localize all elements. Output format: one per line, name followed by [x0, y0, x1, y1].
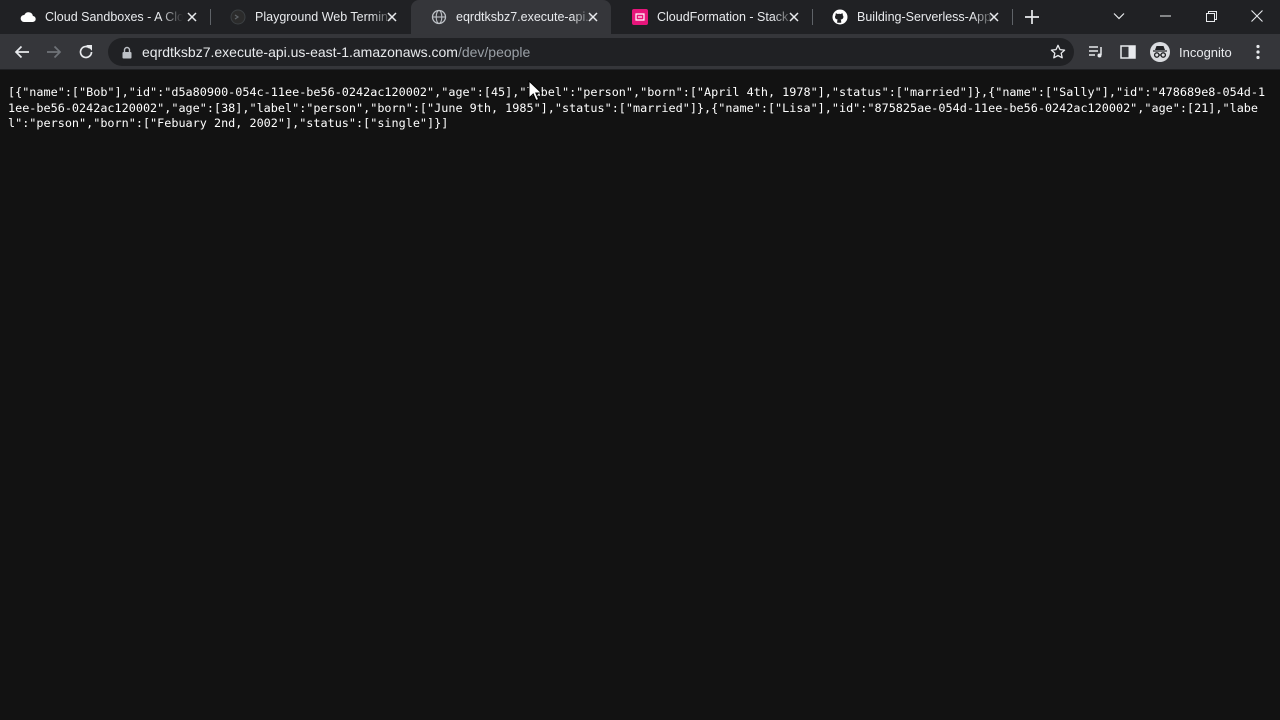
- plus-icon: [1025, 10, 1039, 24]
- media-controls-button[interactable]: [1082, 38, 1110, 66]
- tab-execute-api-people[interactable]: eqrdtksbz7.execute-api.us-east-1.amazona…: [411, 0, 611, 34]
- close-tab-icon[interactable]: [986, 9, 1002, 25]
- incognito-label: Incognito: [1179, 44, 1232, 60]
- new-tab-button[interactable]: [1021, 7, 1043, 27]
- cloud-icon: [20, 9, 36, 25]
- tab-title: Cloud Sandboxes - A Cloud Guru: [45, 10, 183, 24]
- tab-search-button[interactable]: [1096, 0, 1142, 32]
- url-text[interactable]: eqrdtksbz7.execute-api.us-east-1.amazona…: [142, 44, 530, 60]
- terminal-icon: [230, 9, 246, 25]
- restore-icon: [1205, 10, 1217, 22]
- cloudformation-icon: [632, 9, 648, 25]
- back-button[interactable]: [8, 38, 36, 66]
- side-panel-button[interactable]: [1114, 38, 1142, 66]
- close-tab-icon[interactable]: [585, 9, 601, 25]
- close-window-button[interactable]: [1234, 0, 1280, 32]
- forward-button[interactable]: [40, 38, 68, 66]
- arrow-left-icon: [14, 45, 29, 59]
- tab-cloudformation-stack[interactable]: CloudFormation - Stack: [612, 0, 812, 34]
- chevron-down-icon: [1113, 13, 1125, 20]
- github-icon: [832, 9, 848, 25]
- close-tab-icon[interactable]: [786, 9, 802, 25]
- url-host: eqrdtksbz7.execute-api.us-east-1.amazona…: [142, 44, 458, 60]
- chrome-menu-button[interactable]: [1244, 38, 1272, 66]
- side-panel-icon: [1120, 45, 1136, 59]
- tab-title: eqrdtksbz7.execute-api.us-east-1.amazona…: [456, 10, 594, 24]
- page-viewport: [{"name":["Bob"],"id":"d5a80900-054c-11e…: [0, 71, 1280, 720]
- address-bar[interactable]: eqrdtksbz7.execute-api.us-east-1.amazona…: [108, 38, 1074, 66]
- reload-button[interactable]: [72, 38, 100, 66]
- tab-building-serverless-apps[interactable]: Building-Serverless-Apps: [812, 0, 1012, 34]
- reload-icon: [79, 45, 93, 59]
- more-vert-icon: [1256, 44, 1260, 60]
- minimize-icon: [1159, 15, 1171, 17]
- tab-title: Building-Serverless-Apps: [857, 10, 995, 24]
- tab-title: Playground Web Terminal: [255, 10, 393, 24]
- incognito-icon: [1150, 42, 1170, 62]
- tab-title: CloudFormation - Stack: [657, 10, 789, 24]
- globe-icon: [431, 9, 447, 25]
- close-tab-icon[interactable]: [384, 9, 400, 25]
- bookmark-star-icon[interactable]: [1048, 42, 1068, 62]
- restore-button[interactable]: [1188, 0, 1234, 32]
- url-path: /dev/people: [457, 44, 531, 60]
- tab-strip: Cloud Sandboxes - A Cloud Guru Playgroun…: [0, 0, 1280, 34]
- browser-toolbar: eqrdtksbz7.execute-api.us-east-1.amazona…: [0, 34, 1280, 70]
- tab-playground-web-terminal[interactable]: Playground Web Terminal: [210, 0, 410, 34]
- close-icon: [1251, 10, 1263, 22]
- lock-icon[interactable]: [120, 45, 134, 59]
- arrow-right-icon: [47, 45, 62, 59]
- incognito-profile-button[interactable]: Incognito: [1146, 38, 1238, 66]
- tab-separator: [1012, 9, 1013, 25]
- minimize-button[interactable]: [1142, 0, 1188, 32]
- json-response-text: [{"name":["Bob"],"id":"d5a80900-054c-11e…: [8, 85, 1266, 130]
- playlist-icon: [1089, 46, 1102, 58]
- tab-cloud-sandboxes[interactable]: Cloud Sandboxes - A Cloud Guru: [0, 0, 210, 34]
- close-tab-icon[interactable]: [184, 9, 200, 25]
